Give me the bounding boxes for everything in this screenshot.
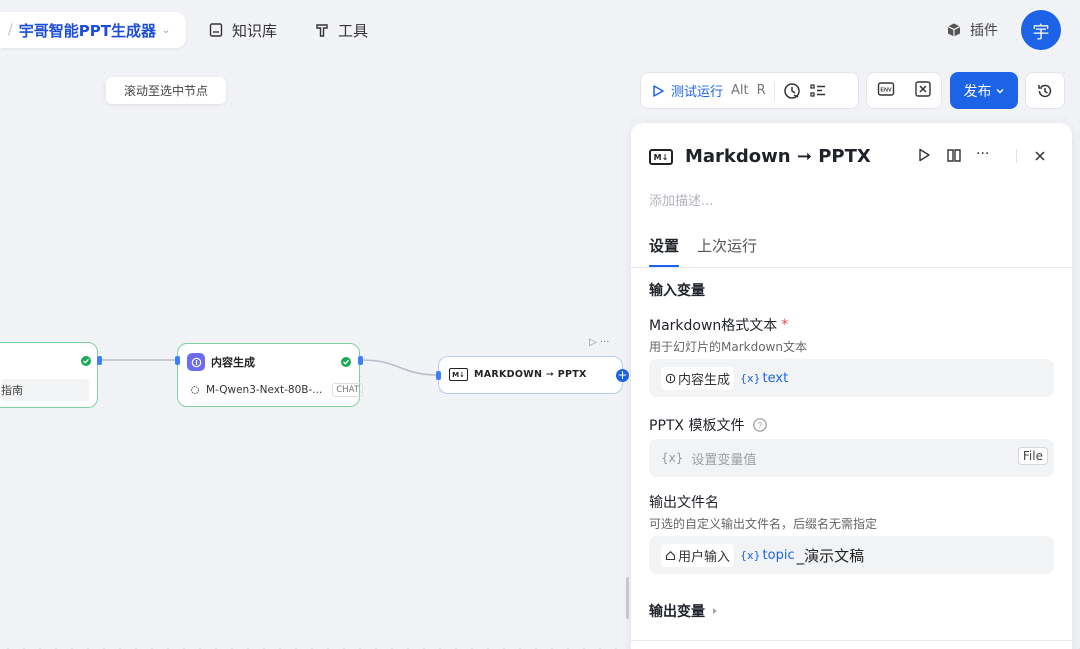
chevron-down-icon — [995, 88, 1004, 94]
field-hint: 用于幻灯片的Markdown文本 — [649, 340, 807, 354]
input-port[interactable] — [436, 371, 441, 380]
node-start-chip: 指南 — [1, 379, 89, 401]
panel-resize-handle[interactable] — [626, 577, 629, 619]
play-icon[interactable] — [651, 84, 665, 98]
markdown-icon: M↓ — [449, 368, 468, 381]
node-markdown-to-pptx[interactable]: M↓ MARKDOWN ➞ PPTX — [438, 356, 623, 394]
output-port[interactable] — [97, 356, 102, 365]
checklist-icon[interactable] — [809, 82, 827, 100]
required-mark: * — [781, 317, 789, 333]
output-filename-field[interactable]: 用户输入 {x} topic _演示文稿 — [649, 536, 1054, 574]
history-icon — [1038, 84, 1052, 97]
env-toolbar: ENV — [866, 72, 942, 109]
tab-settings[interactable]: 设置 — [649, 235, 680, 267]
node-settings-panel: M↓ Markdown ➞ PPTX ··· 添加描述... 设置 上次运行 输… — [631, 123, 1072, 649]
run-toolbar: 测试运行 Alt R — [640, 72, 859, 109]
model-tag: CHAT — [332, 383, 363, 397]
output-variables-section[interactable]: 输出变量 — [649, 601, 719, 621]
llm-icon — [665, 373, 676, 383]
tab-last-run[interactable]: 上次运行 — [697, 235, 757, 267]
field-label: PPTX 模板文件 — [649, 418, 745, 434]
node-content-generation[interactable]: 内容生成 M-Qwen3-Next-80B-... CHAT — [177, 343, 363, 407]
pptx-template-field[interactable]: {x} 设置变量值 File — [649, 439, 1054, 477]
panel-tabs: 设置 上次运行 — [649, 235, 757, 267]
status-success-icon — [81, 356, 91, 366]
model-name: M-Qwen3-Next-80B-... — [206, 384, 323, 396]
field-hint: 可选的自定义输出文件名，后缀名无需指定 — [649, 517, 878, 531]
panel-title: Markdown ➞ PPTX — [685, 146, 871, 167]
version-history-button[interactable] — [1025, 72, 1065, 109]
description-input[interactable]: 添加描述... — [649, 190, 713, 209]
env-icon[interactable]: ENV — [877, 80, 895, 102]
book-icon — [209, 23, 223, 37]
markdown-text-field[interactable]: 内容生成 {x} text — [649, 359, 1054, 397]
field-label: 输出文件名 — [649, 495, 719, 511]
help-icon[interactable]: ? — [752, 417, 768, 433]
run-node-icon[interactable] — [916, 147, 932, 167]
status-success-icon — [341, 357, 351, 367]
node-mini-actions[interactable]: ▷ ··· — [589, 337, 609, 348]
add-node-icon[interactable]: + — [616, 369, 629, 382]
shortcut-alt: Alt — [731, 83, 749, 98]
model-icon — [191, 386, 199, 394]
llm-icon — [187, 353, 205, 371]
variable-icon: {x} — [661, 451, 684, 465]
svg-text:?: ? — [758, 421, 763, 430]
placeholder: 设置变量值 — [691, 452, 757, 468]
nav-tools[interactable]: 工具 — [314, 18, 368, 42]
reference-chip[interactable]: 内容生成 — [661, 366, 735, 390]
node-title: MARKDOWN ➞ PPTX — [474, 369, 587, 380]
nav-plugins[interactable]: 插件 — [946, 18, 998, 42]
close-icon[interactable] — [1033, 148, 1047, 167]
tool-icon — [316, 24, 328, 37]
node-start[interactable]: 指南 — [0, 342, 98, 408]
svg-text:ENV: ENV — [880, 87, 892, 93]
field-label: Markdown格式文本 — [649, 318, 778, 334]
caret-right-icon — [713, 608, 717, 614]
avatar[interactable]: 宇 — [1021, 10, 1061, 50]
variable-icon: {x} — [740, 548, 761, 562]
node-title: 内容生成 — [211, 356, 255, 369]
variable-icon: {x} — [740, 371, 761, 385]
publish-button[interactable]: 发布 — [950, 72, 1018, 109]
reference-chip[interactable]: 用户输入 — [661, 543, 735, 567]
home-icon — [665, 550, 676, 560]
filename-suffix: _演示文稿 — [796, 546, 865, 565]
more-icon[interactable]: ··· — [976, 147, 989, 167]
input-port[interactable] — [175, 356, 180, 365]
run-history-icon[interactable] — [783, 82, 801, 100]
shortcut-r: R — [756, 83, 766, 98]
type-tag: File — [1017, 447, 1048, 465]
app-title-selector[interactable]: / 宇哥智能PPT生成器 ⌄ — [0, 12, 186, 48]
output-port[interactable] — [358, 356, 363, 365]
docs-icon[interactable] — [946, 147, 962, 167]
chevron-down-icon: ⌄ — [161, 24, 171, 36]
scroll-to-selected-button[interactable]: 滚动至选中节点 — [106, 77, 226, 104]
markdown-icon: M↓ — [649, 149, 673, 165]
variable-icon[interactable] — [914, 80, 932, 102]
input-variables-section[interactable]: 输入变量 — [649, 280, 705, 300]
test-run-button[interactable]: 测试运行 — [671, 81, 723, 100]
cube-icon — [947, 23, 961, 37]
nav-knowledge-base[interactable]: 知识库 — [208, 18, 277, 42]
app-title: 宇哥智能PPT生成器 — [18, 21, 156, 40]
